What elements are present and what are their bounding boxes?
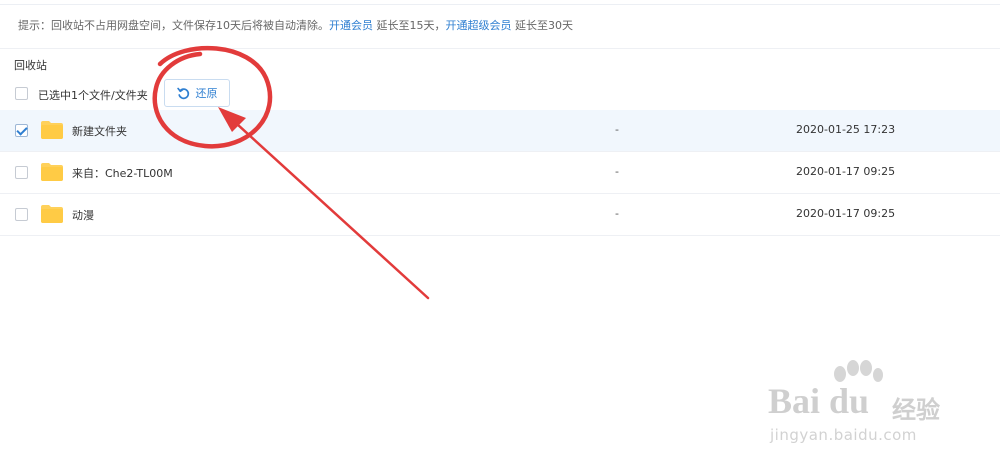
file-name[interactable]: 动漫 bbox=[72, 207, 94, 223]
file-checkbox[interactable] bbox=[15, 166, 28, 179]
watermark-cn: 经验 bbox=[892, 396, 940, 424]
toolbar: 已选中1个文件/文件夹 还原 bbox=[0, 78, 1000, 110]
file-size: - bbox=[615, 165, 619, 178]
tip-text: 提示：回收站不占用网盘空间，文件保存10天后将被自动清除。 bbox=[18, 19, 329, 32]
file-list: 新建文件夹 - 2020-01-25 17:23 来自：Che2-TL00M -… bbox=[0, 110, 1000, 236]
restore-button[interactable]: 还原 bbox=[164, 79, 230, 107]
file-date: 2020-01-17 09:25 bbox=[796, 207, 896, 220]
file-date: 2020-01-25 17:23 bbox=[796, 123, 896, 136]
svip-link[interactable]: 开通超级会员 bbox=[446, 19, 512, 32]
file-size: - bbox=[615, 123, 619, 136]
restore-label: 还原 bbox=[195, 87, 218, 100]
file-size: - bbox=[615, 207, 619, 220]
tip-svip-suffix: 延长至30天 bbox=[511, 19, 573, 32]
folder-icon bbox=[41, 121, 63, 139]
tip-divider bbox=[0, 48, 1000, 49]
file-name[interactable]: 新建文件夹 bbox=[72, 123, 127, 139]
folder-icon bbox=[41, 205, 63, 223]
file-row[interactable]: 动漫 - 2020-01-17 09:25 bbox=[0, 194, 1000, 236]
file-date: 2020-01-17 09:25 bbox=[796, 165, 896, 178]
file-row[interactable]: 新建文件夹 - 2020-01-25 17:23 bbox=[0, 110, 1000, 152]
tip-bar: 提示：回收站不占用网盘空间，文件保存10天后将被自动清除。开通会员 延长至15天… bbox=[18, 17, 573, 35]
watermark-url: jingyan.baidu.com bbox=[770, 426, 917, 444]
top-border bbox=[0, 0, 1000, 5]
selected-count: 已选中1个文件/文件夹 bbox=[38, 89, 148, 102]
file-name[interactable]: 来自：Che2-TL00M bbox=[72, 165, 173, 181]
file-row[interactable]: 来自：Che2-TL00M - 2020-01-17 09:25 bbox=[0, 152, 1000, 194]
select-all-checkbox[interactable] bbox=[15, 87, 28, 100]
file-checkbox[interactable] bbox=[15, 208, 28, 221]
vip-link[interactable]: 开通会员 bbox=[329, 19, 373, 32]
tip-vip-suffix: 延长至15天， bbox=[373, 19, 446, 32]
folder-icon bbox=[41, 163, 63, 181]
restore-icon bbox=[176, 87, 189, 99]
watermark-brand: Bai du bbox=[768, 381, 870, 421]
page-title: 回收站 bbox=[14, 59, 47, 72]
baidu-jingyan-watermark: Bai du 经验 jingyan.baidu.com bbox=[760, 360, 990, 455]
file-checkbox[interactable] bbox=[15, 124, 28, 137]
